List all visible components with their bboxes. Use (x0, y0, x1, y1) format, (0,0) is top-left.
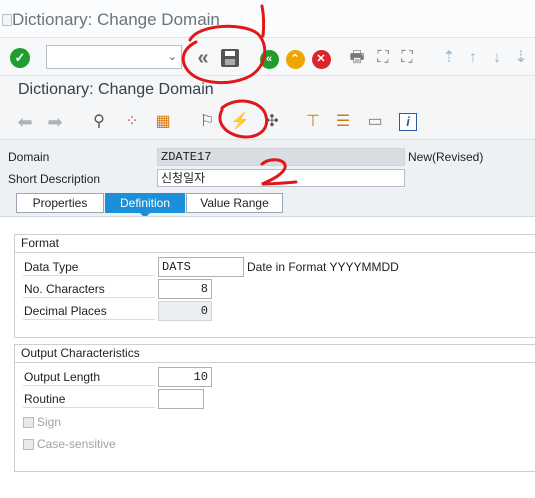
sign-checkbox-box[interactable] (23, 417, 34, 428)
display-change-icon[interactable]: ⚲ (88, 111, 110, 133)
find-icon[interactable]: ⛶ (372, 47, 394, 69)
case-sensitive-checkbox-box[interactable] (23, 439, 34, 450)
tab-content-area: Format Data Type DATS Date in Format YYY… (0, 216, 535, 498)
activate-wand-icon[interactable]: ⚡ (229, 111, 251, 133)
exit-orange-icon[interactable]: ⌃ (284, 47, 306, 69)
domain-label: Domain (8, 150, 50, 164)
routine-label: Routine (23, 390, 155, 408)
data-type-label: Data Type (23, 258, 155, 276)
data-type-input[interactable]: DATS (158, 257, 244, 277)
where-used-icon[interactable]: ⚐ (196, 111, 218, 133)
screen-title-bar: Dictionary: Change Domain (0, 76, 535, 104)
object-list-icon[interactable]: ☰ (332, 111, 354, 133)
routine-input[interactable] (158, 389, 204, 409)
format-group: Format Data Type DATS Date in Format YYY… (14, 234, 535, 338)
enter-check-icon[interactable]: ✓ (10, 48, 30, 68)
decimal-places-input[interactable]: 0 (158, 301, 212, 321)
data-type-description: Date in Format YYYYMMDD (247, 260, 399, 274)
check-object-icon[interactable]: ▦ (152, 111, 174, 133)
last-page-icon[interactable]: ⇣ (510, 47, 532, 69)
output-length-label: Output Length (23, 368, 155, 386)
save-icon[interactable] (219, 47, 241, 69)
case-sensitive-checkbox[interactable]: Case-sensitive (23, 437, 116, 451)
output-characteristics-group: Output Characteristics Output Length 10 … (14, 344, 535, 472)
short-description-label: Short Description (8, 172, 101, 186)
tab-properties[interactable]: Properties (16, 193, 104, 213)
next-page-icon[interactable]: ↓ (486, 47, 508, 69)
no-characters-input[interactable]: 8 (158, 279, 212, 299)
back-green-icon[interactable]: « (258, 47, 280, 69)
sign-checkbox[interactable]: Sign (23, 415, 61, 429)
format-group-title: Format (15, 235, 535, 253)
first-page-icon[interactable]: ⇡ (438, 47, 460, 69)
tab-value-range[interactable]: Value Range (186, 193, 283, 213)
sign-label: Sign (37, 415, 62, 429)
other-object-icon[interactable]: ⁘ (121, 111, 143, 133)
cancel-red-icon[interactable]: ✕ (310, 47, 332, 69)
arrow-left-icon[interactable]: ⬅ (14, 111, 36, 133)
previous-page-icon[interactable]: ↑ (462, 47, 484, 69)
no-characters-label: No. Characters (23, 280, 155, 298)
double-chevron-left-icon[interactable]: « (192, 47, 214, 69)
command-input[interactable] (47, 46, 165, 68)
arrow-right-icon[interactable]: ➡ (44, 111, 66, 133)
output-group-title: Output Characteristics (15, 345, 535, 363)
chevron-down-icon[interactable]: ⌄ (168, 50, 177, 63)
window-title-bar: Dictionary: Change Domain (0, 0, 535, 38)
navigate-icon[interactable]: ✣ (261, 111, 283, 133)
layout-icon[interactable]: ▭ (364, 111, 386, 133)
print-icon[interactable]: 🖶 (346, 47, 368, 69)
domain-status: New(Revised) (408, 150, 484, 164)
application-toolbar: ⬅ ➡ ⚲ ⁘ ▦ ⚐ ⚡ ✣ ⊤ ☰ ▭ i (0, 104, 535, 140)
info-icon[interactable]: i (397, 111, 419, 133)
tab-definition[interactable]: Definition (105, 193, 185, 213)
command-field[interactable]: ⌄ (46, 45, 182, 69)
find-next-icon[interactable]: ⛶ (396, 47, 418, 69)
output-length-input[interactable]: 10 (158, 367, 212, 387)
system-toolbar: ✓ ⌄ « « ⌃ ✕ 🖶 ⛶ ⛶ ⇡ ↑ ↓ ⇣ (0, 38, 535, 76)
domain-field: ZDATE17 (157, 148, 405, 166)
window-icon (2, 14, 12, 26)
screen-title: Dictionary: Change Domain (18, 81, 214, 98)
short-description-field[interactable]: 신청일자 (157, 169, 405, 187)
case-sensitive-label: Case-sensitive (37, 437, 116, 451)
window-title: Dictionary: Change Domain (12, 10, 220, 29)
decimal-places-label: Decimal Places (23, 302, 155, 320)
hierarchy-icon[interactable]: ⊤ (302, 111, 324, 133)
